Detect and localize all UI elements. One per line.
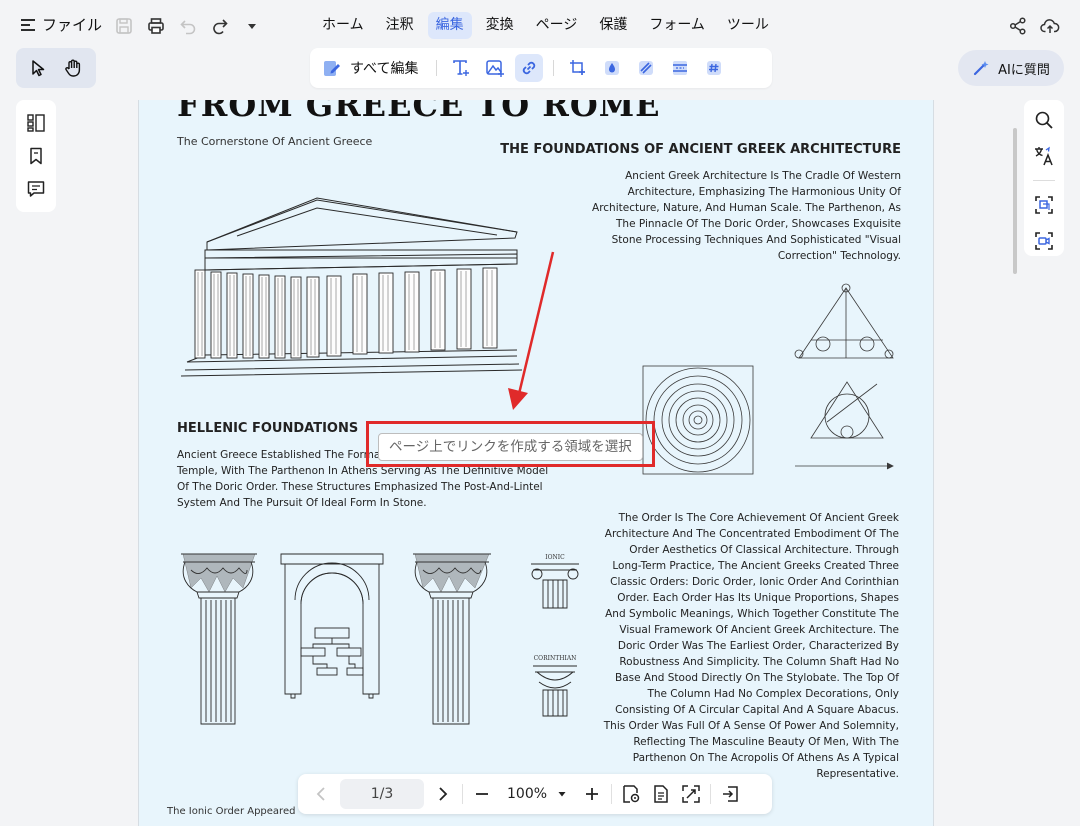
page-view-button[interactable] — [616, 779, 646, 809]
edit-all-label: すべて編集 — [350, 61, 419, 77]
watermark-icon[interactable] — [598, 54, 626, 82]
add-text-icon[interactable] — [447, 54, 475, 82]
fit-page-button[interactable] — [676, 779, 706, 809]
edit-all-icon — [324, 61, 340, 76]
zoom-level: 100% — [507, 786, 548, 802]
tab-tools[interactable]: ツール — [719, 12, 777, 39]
zoom-out-button[interactable] — [467, 779, 497, 809]
edit-toolbar: すべて編集 — [310, 48, 772, 88]
file-menu-button[interactable]: ファイル — [20, 14, 102, 35]
chevron-right-icon — [439, 787, 448, 801]
tab-form[interactable]: フォーム — [641, 12, 713, 39]
page-navigation-bar: 1/3 100% — [298, 774, 772, 814]
nav-separator — [710, 784, 712, 804]
search-icon[interactable] — [1032, 108, 1056, 132]
top-menu-bar: ファイル ホーム 注釈 編集 変換 ページ 保護 フォーム ツール — [0, 0, 1080, 52]
expand-icon — [682, 785, 700, 803]
red-arrow-annotation — [508, 251, 555, 410]
nav-separator — [611, 784, 613, 804]
edit-all-button[interactable]: すべて編集 — [322, 58, 426, 78]
column-order-illustrations: IONIC CORINTHIAN — [181, 553, 579, 725]
cut-off-text: The Ionic Order Appeared — [167, 806, 296, 817]
add-link-icon[interactable] — [515, 54, 544, 82]
ai-ask-button[interactable]: AIに質問 — [958, 50, 1064, 86]
redo-icon[interactable] — [210, 16, 230, 36]
thumbnails-icon[interactable] — [24, 111, 48, 135]
sidebar-divider — [1033, 180, 1055, 181]
select-cursor-icon[interactable] — [25, 54, 53, 82]
hamburger-icon — [21, 18, 35, 31]
document-title: FROM GREECE TO ROME — [177, 100, 661, 124]
ionic-caption: IONIC — [545, 554, 565, 561]
minus-icon — [476, 793, 488, 795]
tool-toggle — [16, 48, 96, 88]
bates-number-icon[interactable] — [700, 54, 728, 82]
vertical-scrollbar[interactable] — [1013, 128, 1017, 274]
caret-down-icon — [558, 792, 566, 797]
section-title-foundations: THE FOUNDATIONS OF ANCIENT GREEK ARCHITE… — [500, 142, 901, 157]
zoom-select[interactable]: 100% — [507, 786, 567, 802]
page-view-icon — [623, 785, 640, 803]
header-footer-icon[interactable] — [666, 54, 694, 82]
document-icon — [654, 785, 668, 803]
quick-access-dropdown-icon[interactable] — [242, 16, 262, 36]
left-sidebar — [16, 100, 56, 212]
zoom-in-button[interactable] — [577, 779, 607, 809]
tab-edit[interactable]: 編集 — [427, 12, 472, 39]
presentation-mode-button[interactable] — [715, 779, 745, 809]
page-number-field[interactable]: 1/3 — [340, 779, 424, 809]
toolbar-separator — [436, 60, 438, 76]
parthenon-illustration — [180, 197, 523, 377]
save-icon[interactable] — [114, 16, 134, 36]
file-menu-label: ファイル — [42, 16, 103, 34]
share-icon[interactable] — [1008, 16, 1028, 36]
next-page-button[interactable] — [428, 779, 458, 809]
section-title-hellenic: HELLENIC FOUNDATIONS — [177, 421, 359, 436]
translate-icon[interactable] — [1032, 144, 1056, 168]
tab-convert[interactable]: 変換 — [478, 12, 522, 39]
ai-ask-label: AIに質問 — [998, 62, 1050, 78]
link-area-tooltip: ページ上でリンクを作成する領域を選択 — [378, 433, 643, 461]
previous-page-button[interactable] — [306, 779, 336, 809]
document-subtitle: The Cornerstone Of Ancient Greece — [177, 135, 373, 148]
exit-fullscreen-icon — [723, 786, 738, 802]
print-icon[interactable] — [146, 16, 166, 36]
undo-icon[interactable] — [178, 16, 198, 36]
chevron-left-icon — [316, 787, 325, 801]
background-icon[interactable] — [632, 54, 660, 82]
right-sidebar — [1024, 100, 1064, 256]
geometry-diagrams — [642, 283, 894, 475]
tab-home[interactable]: ホーム — [314, 12, 372, 39]
page-indicator: 1/3 — [370, 786, 394, 802]
reading-mode-button[interactable] — [646, 779, 676, 809]
add-image-icon[interactable] — [481, 54, 509, 82]
comment-icon[interactable] — [24, 177, 48, 201]
toolbar-separator — [553, 60, 555, 76]
plus-icon — [586, 788, 599, 800]
bookmark-icon[interactable] — [24, 144, 48, 168]
tab-protect[interactable]: 保護 — [591, 12, 635, 39]
cloud-upload-icon[interactable] — [1040, 16, 1060, 36]
screen-record-icon[interactable] — [1032, 229, 1056, 253]
nav-separator — [462, 784, 463, 804]
crop-page-icon[interactable] — [564, 54, 592, 82]
corinthian-caption: CORINTHIAN — [534, 655, 577, 662]
tab-page[interactable]: ページ — [528, 12, 586, 39]
ai-sparkle-icon — [974, 61, 989, 76]
tab-annotate[interactable]: 注釈 — [378, 12, 422, 39]
hand-tool-icon[interactable] — [59, 54, 87, 82]
menu-tabs: ホーム 注釈 編集 変換 ページ 保護 フォーム ツール — [314, 12, 777, 39]
screenshot-ocr-icon[interactable] — [1032, 193, 1056, 217]
orders-paragraph: The Order Is The Core Achievement Of Anc… — [603, 512, 899, 780]
foundations-paragraph: Ancient Greek Architecture Is The Cradle… — [592, 170, 901, 262]
